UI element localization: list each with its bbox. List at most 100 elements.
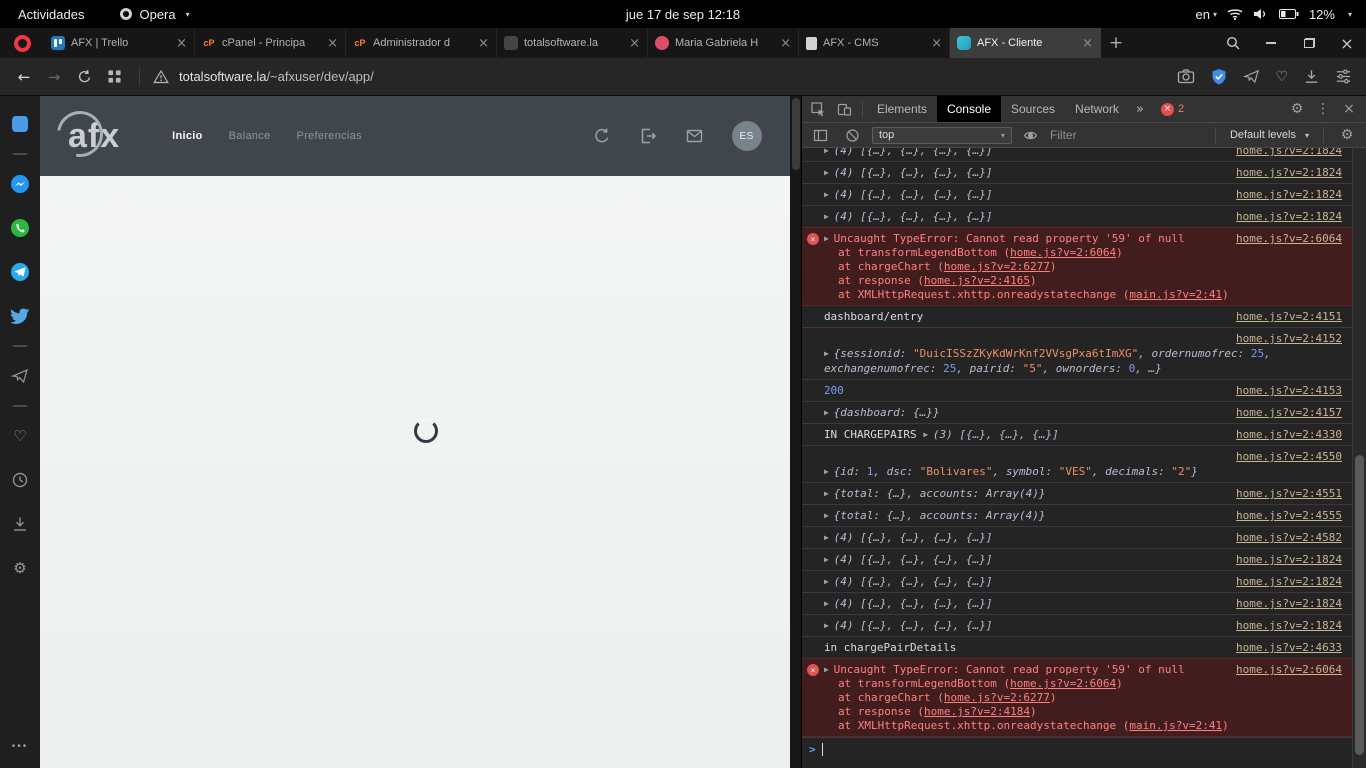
speed-dial-icon[interactable] (102, 69, 126, 84)
source-location-link[interactable]: home.js?v=2:1824 (1236, 209, 1342, 224)
log-levels-dropdown[interactable]: Default levels ▾ (1226, 129, 1313, 141)
afx-logo[interactable]: afx (68, 119, 120, 153)
tab-close-button[interactable]: × (1082, 37, 1093, 50)
browser-tab[interactable]: cPAdministrador d× (346, 28, 497, 58)
console-log-message[interactable]: home.js?v=2:1824▶ (4) [{…}, {…}, {…}, {…… (802, 148, 1352, 161)
mail-icon[interactable] (685, 127, 704, 145)
error-count-badge[interactable]: × 2 (1161, 103, 1184, 116)
console-filter-input[interactable] (1050, 128, 1205, 142)
source-location-link[interactable]: home.js?v=2:1824 (1236, 165, 1342, 180)
devtools-close-button[interactable]: × (1336, 97, 1362, 121)
source-location-link[interactable]: home.js?v=2:4151 (1236, 309, 1342, 324)
devtools-tab-sources[interactable]: Sources (1001, 96, 1065, 122)
console-log-message[interactable]: home.js?v=2:4551▶ {total: {…}, accounts:… (802, 482, 1352, 504)
settings-gear-icon[interactable]: ⚙ (0, 546, 40, 590)
my-flow-icon[interactable] (1243, 68, 1260, 85)
inspect-element-icon[interactable] (806, 97, 832, 121)
browser-tab[interactable]: AFX - CMS× (799, 28, 950, 58)
nav-item-balance[interactable]: Balance (229, 130, 271, 142)
source-location-link[interactable]: home.js?v=2:6277 (944, 691, 1050, 704)
forward-button[interactable]: → (42, 68, 66, 86)
source-location-link[interactable]: home.js?v=2:6064 (1010, 677, 1116, 690)
console-log-message[interactable]: home.js?v=2:4555▶ {total: {…}, accounts:… (802, 504, 1352, 526)
devtools-settings-gear-icon[interactable]: ⚙ (1284, 97, 1310, 121)
source-location-link[interactable]: home.js?v=2:1824 (1236, 596, 1342, 611)
source-location-link[interactable]: home.js?v=2:4165 (924, 274, 1030, 287)
easy-setup-tune-icon[interactable] (1335, 68, 1352, 85)
source-location-link[interactable]: home.js?v=2:1824 (1236, 187, 1342, 202)
opera-menu-button[interactable] (14, 35, 31, 52)
url-field[interactable]: totalsoftware.la/~afxuser/dev/app/ (179, 69, 1171, 84)
console-scrollbar[interactable] (1352, 148, 1366, 768)
activities-button[interactable]: Actividades (18, 7, 84, 22)
console-log-message[interactable]: home.js?v=2:1824▶ (4) [{…}, {…}, {…}, {…… (802, 205, 1352, 227)
snapshot-camera-icon[interactable] (1177, 68, 1195, 85)
nav-item-inicio[interactable]: Inicio (172, 130, 203, 142)
tab-close-button[interactable]: × (327, 37, 338, 50)
source-location-link[interactable]: home.js?v=2:6064 (1236, 231, 1342, 246)
scrollbar-thumb[interactable] (1355, 455, 1364, 755)
console-log-message[interactable]: home.js?v=2:4633in chargePairDetails (802, 636, 1352, 658)
volume-icon[interactable] (1253, 8, 1269, 20)
console-log-message[interactable]: home.js?v=2:1824▶ (4) [{…}, {…}, {…}, {…… (802, 183, 1352, 205)
more-panels-button[interactable]: » (1129, 96, 1151, 122)
devtools-menu-kebab-icon[interactable]: ⋮ (1310, 97, 1336, 121)
source-location-link[interactable]: home.js?v=2:4152 (1236, 332, 1342, 345)
source-location-link[interactable]: main.js?v=2:41 (1129, 288, 1222, 301)
history-clock-icon[interactable] (0, 458, 40, 502)
console-log-message[interactable]: home.js?v=2:1824▶ (4) [{…}, {…}, {…}, {…… (802, 570, 1352, 592)
whatsapp-icon[interactable] (0, 206, 40, 250)
more-options-dots[interactable]: ••• (0, 724, 40, 768)
source-location-link[interactable]: home.js?v=2:4633 (1236, 640, 1342, 655)
avatar[interactable]: ES (732, 121, 762, 151)
scrollbar-thumb[interactable] (792, 98, 800, 170)
browser-tab[interactable]: AFX - Cliente× (950, 28, 1101, 58)
clock[interactable]: jue 17 de sep 12:18 (626, 7, 740, 22)
browser-tab[interactable]: AFX | Trello× (44, 28, 195, 58)
source-location-link[interactable]: home.js?v=2:4555 (1236, 508, 1342, 523)
console-log-message[interactable]: home.js?v=2:1824▶ (4) [{…}, {…}, {…}, {…… (802, 548, 1352, 570)
flow-paper-plane-icon[interactable] (0, 354, 40, 398)
source-location-link[interactable]: home.js?v=2:1824 (1236, 552, 1342, 567)
page-scrollbar[interactable] (790, 96, 801, 768)
console-error-message[interactable]: ×home.js?v=2:6064▶ Uncaught TypeError: C… (802, 658, 1352, 737)
app-menu-button[interactable]: Opera ▾ (120, 7, 189, 22)
console-error-message[interactable]: ×home.js?v=2:6064▶ Uncaught TypeError: C… (802, 227, 1352, 306)
tab-close-button[interactable]: × (629, 37, 640, 50)
tab-close-button[interactable]: × (176, 37, 187, 50)
console-log-message[interactable]: home.js?v=2:1824▶ (4) [{…}, {…}, {…}, {…… (802, 614, 1352, 636)
console-prompt[interactable]: > (802, 737, 1352, 761)
messenger-icon[interactable] (0, 162, 40, 206)
browser-tab[interactable]: cPcPanel - Principa× (195, 28, 346, 58)
device-toolbar-icon[interactable] (832, 97, 858, 121)
console-log-message[interactable]: home.js?v=2:4330IN CHARGEPAIRS ▶ (3) [{…… (802, 423, 1352, 445)
console-log-message[interactable]: home.js?v=2:4550▶ {id: 1, dsc: "Bolivare… (802, 445, 1352, 482)
adblock-shield-icon[interactable] (1210, 68, 1228, 86)
caret-down-icon[interactable]: ▾ (1348, 10, 1352, 19)
source-location-link[interactable]: home.js?v=2:6064 (1236, 662, 1342, 677)
live-expression-eye-icon[interactable] (1018, 123, 1044, 147)
nav-item-preferencias[interactable]: Preferencias (297, 130, 362, 142)
console-log-message[interactable]: home.js?v=2:1824▶ (4) [{…}, {…}, {…}, {…… (802, 161, 1352, 183)
source-location-link[interactable]: home.js?v=2:1824 (1236, 574, 1342, 589)
source-location-link[interactable]: home.js?v=2:4551 (1236, 486, 1342, 501)
tab-close-button[interactable]: × (780, 37, 791, 50)
restore-button[interactable] (1290, 28, 1328, 58)
close-window-button[interactable]: × (1328, 28, 1366, 58)
source-location-link[interactable]: home.js?v=2:6064 (1010, 246, 1116, 259)
tab-close-button[interactable]: × (931, 37, 942, 50)
tab-close-button[interactable]: × (478, 37, 489, 50)
source-location-link[interactable]: home.js?v=2:4153 (1236, 383, 1342, 398)
battery-icon[interactable] (1279, 9, 1299, 19)
console-log-message[interactable]: home.js?v=2:4153200 (802, 379, 1352, 401)
devtools-tab-elements[interactable]: Elements (867, 96, 937, 122)
browser-tab[interactable]: totalsoftware.la× (497, 28, 648, 58)
language-indicator[interactable]: en ▾ (1195, 7, 1216, 22)
back-button[interactable]: ← (12, 68, 36, 86)
twitter-icon[interactable] (0, 294, 40, 338)
source-location-link[interactable]: home.js?v=2:4157 (1236, 405, 1342, 420)
console-settings-gear-icon[interactable]: ⚙ (1334, 123, 1360, 147)
source-location-link[interactable]: home.js?v=2:4582 (1236, 530, 1342, 545)
console-log-message[interactable]: home.js?v=2:4152▶ {sessionid: "DuicISSzZ… (802, 327, 1352, 379)
devtools-tab-console[interactable]: Console (937, 96, 1001, 122)
